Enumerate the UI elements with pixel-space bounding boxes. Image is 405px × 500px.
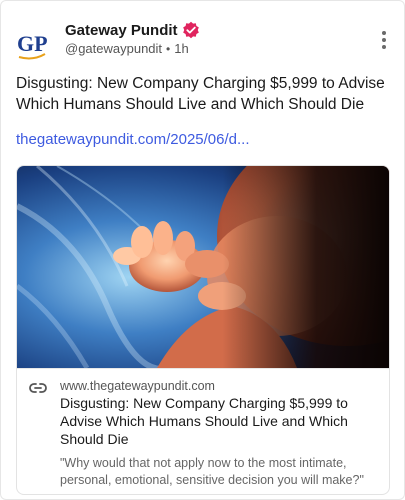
- card-domain: www.thegatewaypundit.com: [60, 379, 215, 393]
- card-meta: www.thegatewaypundit.com Disgusting: New…: [17, 368, 389, 494]
- card-title[interactable]: Disgusting: New Company Charging $5,999 …: [60, 394, 380, 448]
- post-text: Disgusting: New Company Charging $5,999 …: [16, 75, 385, 113]
- author-name-row: Gateway Pundit: [65, 21, 200, 39]
- card-description: "Why would that not apply now to the mos…: [60, 456, 364, 487]
- author-display-name[interactable]: Gateway Pundit: [65, 22, 178, 39]
- more-options-button[interactable]: [380, 31, 388, 51]
- post-link[interactable]: thegatewaypundit.com/2025/06/d...: [16, 131, 250, 148]
- link-icon: [29, 381, 47, 393]
- verified-badge-icon: [182, 21, 200, 39]
- social-post: GP Gateway Pundit @gatewaypundit • 1h Di…: [0, 0, 405, 500]
- more-dot-icon: [382, 38, 386, 42]
- author-handle[interactable]: @gatewaypundit: [65, 41, 162, 56]
- avatar-initials: GP: [17, 31, 48, 56]
- link-preview-card[interactable]: www.thegatewaypundit.com Disgusting: New…: [16, 165, 390, 495]
- more-dot-icon: [382, 45, 386, 49]
- avatar[interactable]: GP: [15, 25, 53, 63]
- meta-separator: •: [166, 41, 171, 56]
- card-image: [17, 166, 389, 368]
- author-meta-row: @gatewaypundit • 1h: [65, 41, 189, 56]
- more-dot-icon: [382, 31, 386, 35]
- post-timestamp[interactable]: 1h: [174, 41, 188, 56]
